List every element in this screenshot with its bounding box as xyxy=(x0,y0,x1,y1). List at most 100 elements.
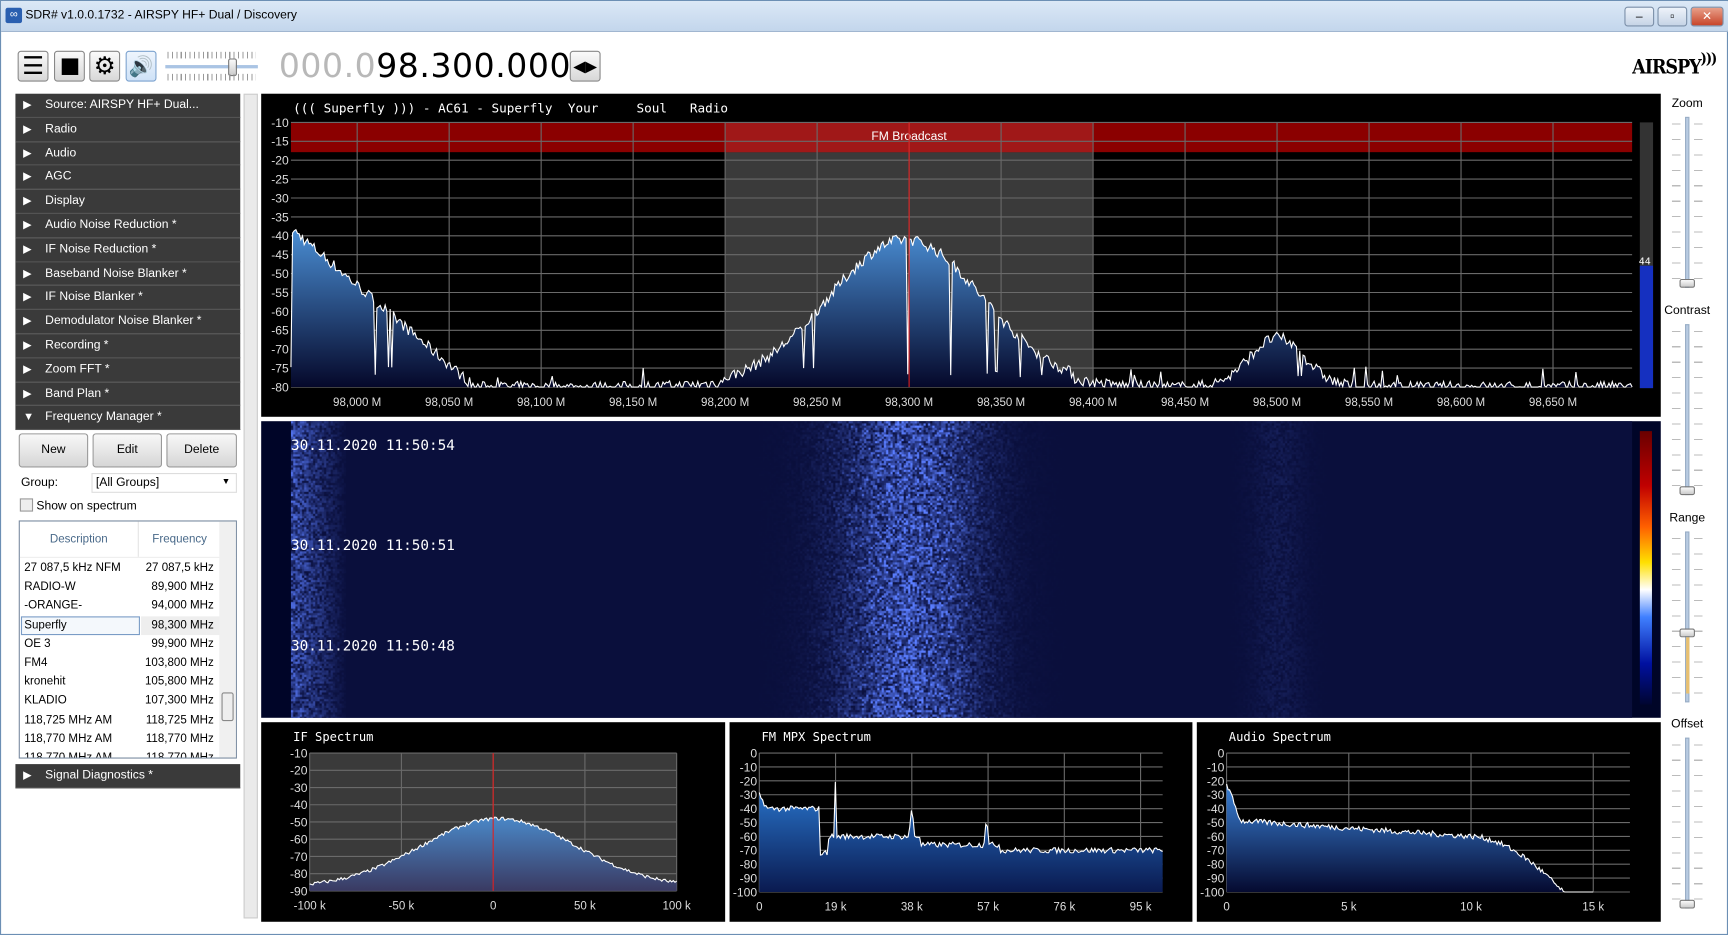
slider-zoom[interactable]: Zoom xyxy=(1656,97,1718,301)
tuning-mode-button[interactable]: ◀▶ xyxy=(569,50,601,82)
x-tick-label: 98,050 M xyxy=(425,397,473,409)
y-tick-label: -30 xyxy=(290,781,308,795)
audio-spectrum-panel[interactable]: 0 -10 -20 -30 -40 -50 -60 -70 -80 -90 -100 0 5 k 10 k… xyxy=(1196,722,1661,922)
chevron-right-icon: ▶ xyxy=(23,339,32,352)
sidebar-item[interactable]: ▶ Radio xyxy=(15,117,241,142)
list-item[interactable]: 118,725 MHz AM 118,725 MHz xyxy=(20,711,236,730)
slider-thumb[interactable] xyxy=(1679,278,1695,288)
column-header-frequency[interactable]: Frequency xyxy=(139,522,221,557)
sidebar-item[interactable]: ▶ Audio Noise Reduction * xyxy=(15,213,241,238)
sidebar-scrollbar[interactable] xyxy=(243,93,258,919)
list-item-description: OE 3 xyxy=(24,637,51,651)
stop-button[interactable] xyxy=(53,50,85,82)
plot-area: FM Broadcast-10-15-20-25-30-35-40-45-50-… xyxy=(271,116,1633,409)
list-item[interactable]: 118,770 MHz AM 118,770 MHz xyxy=(20,730,236,749)
list-item[interactable]: FM4 103,800 MHz xyxy=(20,654,236,673)
close-button[interactable]: ✕ xyxy=(1690,6,1724,27)
minimize-button[interactable]: – xyxy=(1624,6,1655,27)
list-item[interactable]: kronehit 105,800 MHz xyxy=(20,673,236,692)
slider-label: Offset xyxy=(1671,717,1704,732)
x-tick-label: 0 xyxy=(756,902,762,914)
mute-button[interactable]: 🔊 xyxy=(125,50,157,82)
maximize-button[interactable]: ▫ xyxy=(1657,6,1688,27)
slider-thumb[interactable] xyxy=(1679,628,1695,638)
y-tick-label: -100 xyxy=(733,885,757,899)
frequency-display[interactable]: 000.098.300.000 xyxy=(279,47,571,86)
sidebar-item[interactable]: ▶ IF Noise Blanker * xyxy=(15,285,241,311)
y-tick-label: -30 xyxy=(740,788,758,802)
list-item[interactable]: KLADIO 107,300 MHz xyxy=(20,692,236,711)
slider-thumb[interactable] xyxy=(1679,486,1695,496)
x-tick-label: 0 xyxy=(1223,902,1229,914)
sidebar-item[interactable]: ▶ Source: AIRSPY HF+ Dual... xyxy=(15,93,241,118)
list-item[interactable]: RADIO-W 89,900 MHz xyxy=(20,578,236,597)
menu-button[interactable]: ☰ xyxy=(17,50,49,82)
list-item-description: 118,770 MHz AM xyxy=(24,750,113,759)
list-item-description: KLADIO xyxy=(24,693,67,708)
list-item[interactable]: 118,770 MHz AM 118,770 MHz xyxy=(20,749,236,759)
sidebar-item[interactable]: ▶ Audio xyxy=(15,141,241,166)
y-tick-label: -10 xyxy=(271,116,289,130)
frequency-leading-digits[interactable]: 000.0 xyxy=(279,47,376,86)
waterfall-panel[interactable]: 30.11.2020 11:50:54 30.11.2020 11:50:51 … xyxy=(261,421,1661,718)
list-item-description: FM4 xyxy=(24,655,48,670)
sidebar-item[interactable]: ▶ IF Noise Reduction * xyxy=(15,237,241,262)
signal-level-bar: 44 xyxy=(1639,122,1654,389)
x-tick-label: 98,350 M xyxy=(977,397,1025,409)
sidebar-item[interactable]: ▶ Recording * xyxy=(15,334,241,359)
list-item[interactable]: 27 087,5 kHz NFM 27 087,5 kHz xyxy=(20,559,236,578)
fm-mpx-spectrum-panel[interactable]: 0 -10 -20 -30 -40 -50 -60 -70 -80 -90 -100 0 19 k 38 … xyxy=(729,722,1193,922)
sidebar-item[interactable]: ▼ Frequency Manager * xyxy=(15,406,241,431)
slider-contrast[interactable]: Contrast xyxy=(1656,304,1718,508)
slider-offset[interactable]: Offset xyxy=(1656,718,1718,922)
sidebar-item[interactable]: ▶ Display xyxy=(15,189,241,214)
waterfall-timestamp: 30.11.2020 11:50:51 xyxy=(290,538,455,555)
waterfall-canvas[interactable] xyxy=(290,421,1633,718)
list-item[interactable]: -ORANGE- 94,000 MHz xyxy=(20,597,236,616)
waterfall-timestamp: 30.11.2020 11:50:54 xyxy=(290,437,455,455)
chevron-right-icon: ▶ xyxy=(23,147,32,160)
sidebar-item-signal-diagnostics[interactable]: ▶ Signal Diagnostics * xyxy=(15,764,241,789)
list-item-frequency: 27 087,5 kHz xyxy=(145,561,214,575)
list-scroll-thumb[interactable] xyxy=(221,692,234,722)
column-header-description[interactable]: Description xyxy=(20,521,139,557)
sidebar-item[interactable]: ▶ Baseband Noise Blanker * xyxy=(15,261,241,286)
sidebar-item[interactable]: ▶ Zoom FFT * xyxy=(15,358,241,383)
x-tick-label: 76 k xyxy=(1053,902,1075,914)
group-select[interactable]: [All Groups] ▼ xyxy=(91,473,237,493)
sidebar-item-label: Audio xyxy=(45,146,77,160)
x-tick-label: 100 k xyxy=(663,901,691,913)
slider-label: Range xyxy=(1669,511,1706,525)
dropdown-arrow-icon: ▼ xyxy=(221,476,231,487)
edit-button[interactable]: Edit xyxy=(92,433,162,468)
y-tick-label: -70 xyxy=(740,844,758,858)
list-item-description: Superfly xyxy=(24,618,67,632)
slider-thumb[interactable] xyxy=(1679,899,1695,909)
delete-button[interactable]: Delete xyxy=(166,433,237,468)
waterfall-color-scale xyxy=(1639,431,1652,705)
sidebar-item[interactable]: ▶ Band Plan * xyxy=(15,382,241,407)
settings-button[interactable]: ⚙ xyxy=(89,50,121,82)
if-spectrum-panel[interactable]: -10 -20 -30 -40 -50 -60 -70 -80 -90 -100 k -50 k 0 5… xyxy=(261,722,726,922)
chevron-down-icon: ▼ xyxy=(23,411,35,424)
list-scrollbar[interactable] xyxy=(219,521,236,758)
slider-range[interactable]: Range xyxy=(1656,512,1718,716)
x-tick-label: 98,200 M xyxy=(701,397,749,409)
sidebar-item-label: Radio xyxy=(45,122,77,136)
sidebar-item[interactable]: ▶ Demodulator Noise Blanker * xyxy=(15,310,241,335)
sidebar-item-label: Display xyxy=(45,194,85,208)
x-tick-label: -100 k xyxy=(294,901,326,913)
chevron-right-icon: ▶ xyxy=(23,267,32,280)
y-tick-label: -45 xyxy=(271,248,289,262)
new-button[interactable]: New xyxy=(18,433,89,468)
spectrum-panel[interactable]: FM Broadcast -10 -15 -20 -25 -30 -35 -40 -45 -50-… xyxy=(261,93,1661,417)
frequency-digits[interactable]: 98.300.000 xyxy=(376,47,571,86)
list-item[interactable]: OE 3 99,900 MHz xyxy=(20,635,236,654)
volume-slider[interactable] xyxy=(163,50,260,83)
sidebar-item[interactable]: ▶ AGC xyxy=(15,165,241,190)
y-tick-label: -70 xyxy=(290,850,308,864)
list-item[interactable]: Superfly 98,300 MHz xyxy=(20,615,236,635)
wireless-icon: ))) xyxy=(1700,50,1718,68)
show-on-spectrum-checkbox[interactable] xyxy=(19,498,34,512)
chevron-right-icon: ▶ xyxy=(23,243,32,256)
